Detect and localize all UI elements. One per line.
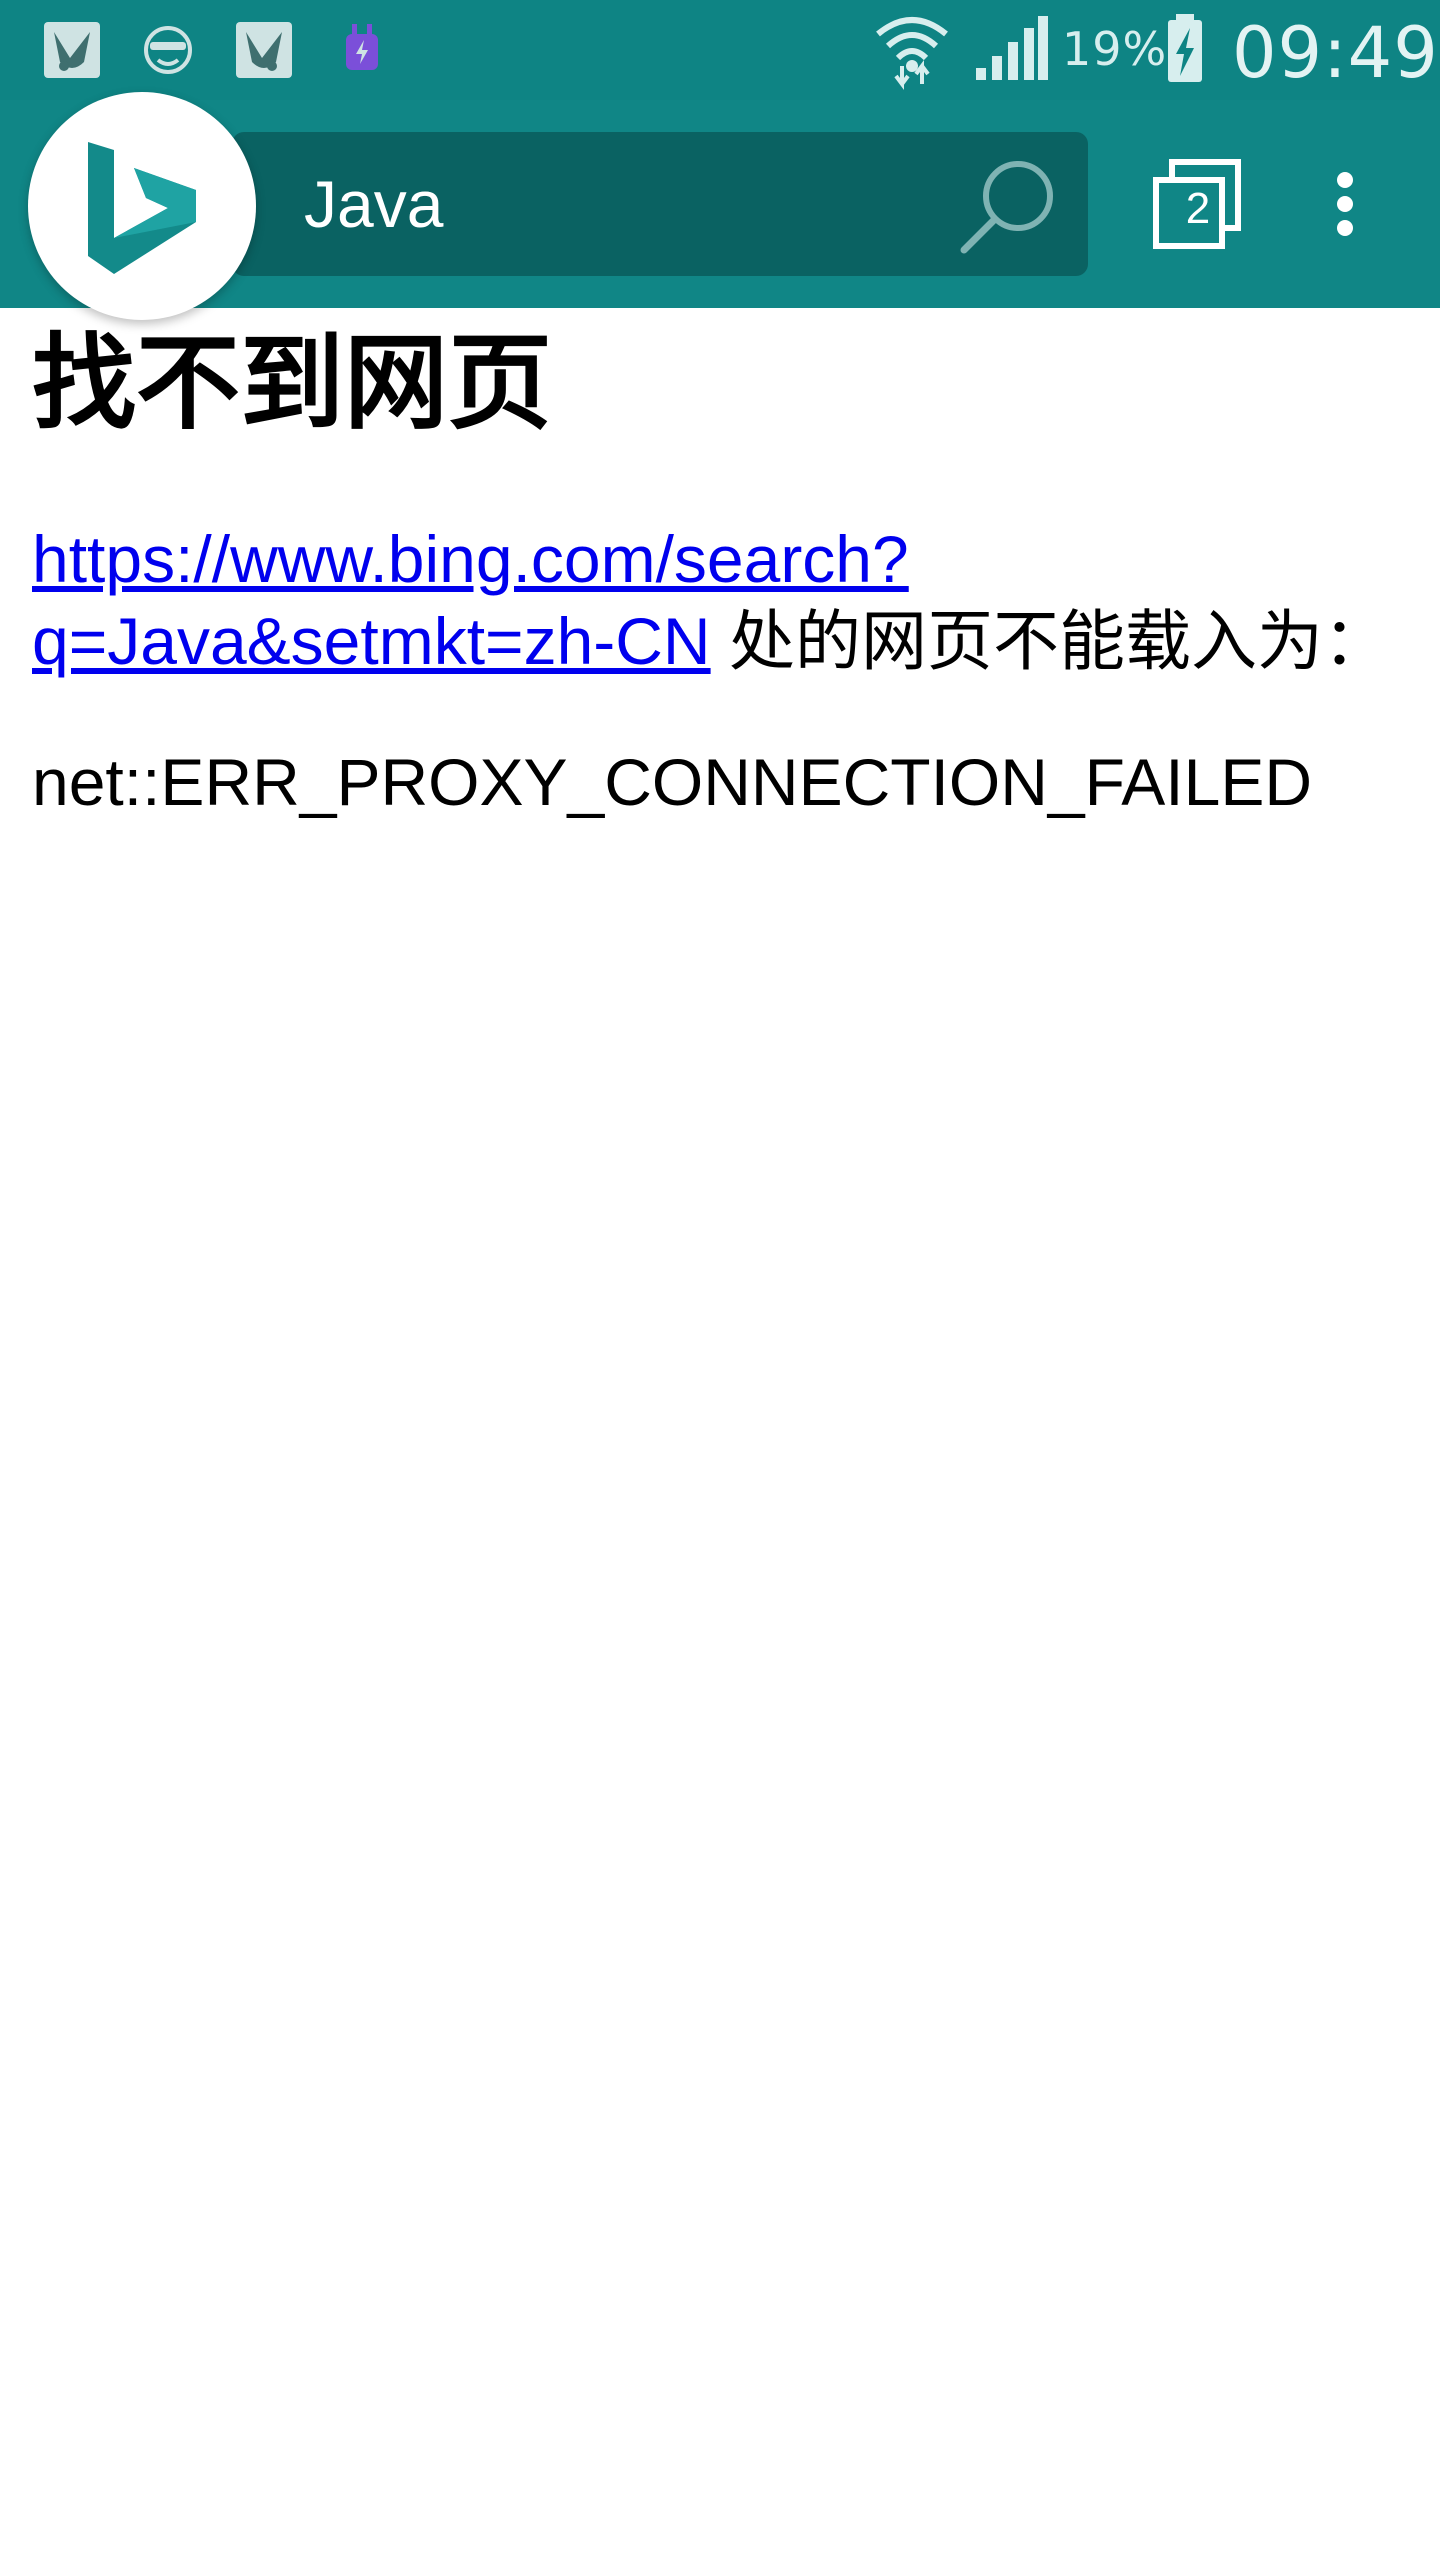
status-bar: 19% 09:49	[0, 0, 1440, 100]
page-title: 找不到网页	[32, 322, 553, 444]
error-description: https://www.bing.com/search? q=Java&setmk…	[32, 518, 1408, 682]
error-code: net::ERR_PROXY_CONNECTION_FAILED	[32, 745, 1313, 819]
signal-icon	[976, 16, 1048, 80]
error-page: 找不到网页 https://www.bing.com/search? q=Java…	[32, 318, 1408, 820]
pigeon-icon	[236, 22, 292, 78]
bing-logo-button[interactable]	[28, 92, 256, 320]
browser-screen: 19% 09:49 Java 2 找不到网页 https://www.bing.…	[0, 0, 1440, 2560]
search-icon[interactable]	[952, 152, 1062, 262]
tabs-button[interactable]: 2	[1148, 156, 1248, 256]
search-box[interactable]: Java	[232, 132, 1088, 276]
tab-count: 2	[1185, 184, 1211, 233]
search-query[interactable]: Java	[304, 166, 443, 242]
bing-logo-icon	[88, 142, 196, 274]
plug-icon	[346, 24, 378, 70]
pigeon-icon	[44, 22, 100, 78]
wifi-icon	[876, 17, 948, 90]
battery-percent: 19%	[1062, 22, 1168, 76]
error-message: 处的网页不能载入为：	[710, 604, 1389, 678]
url-line-1[interactable]: https://www.bing.com/search?	[32, 522, 909, 596]
url-line-2[interactable]: q=Java&setmkt=zh-CN	[32, 604, 711, 678]
battery-charging-icon	[1168, 14, 1202, 82]
face-icon	[144, 26, 192, 74]
overflow-menu-icon[interactable]	[1320, 160, 1370, 260]
clock: 09:49	[1232, 12, 1439, 94]
